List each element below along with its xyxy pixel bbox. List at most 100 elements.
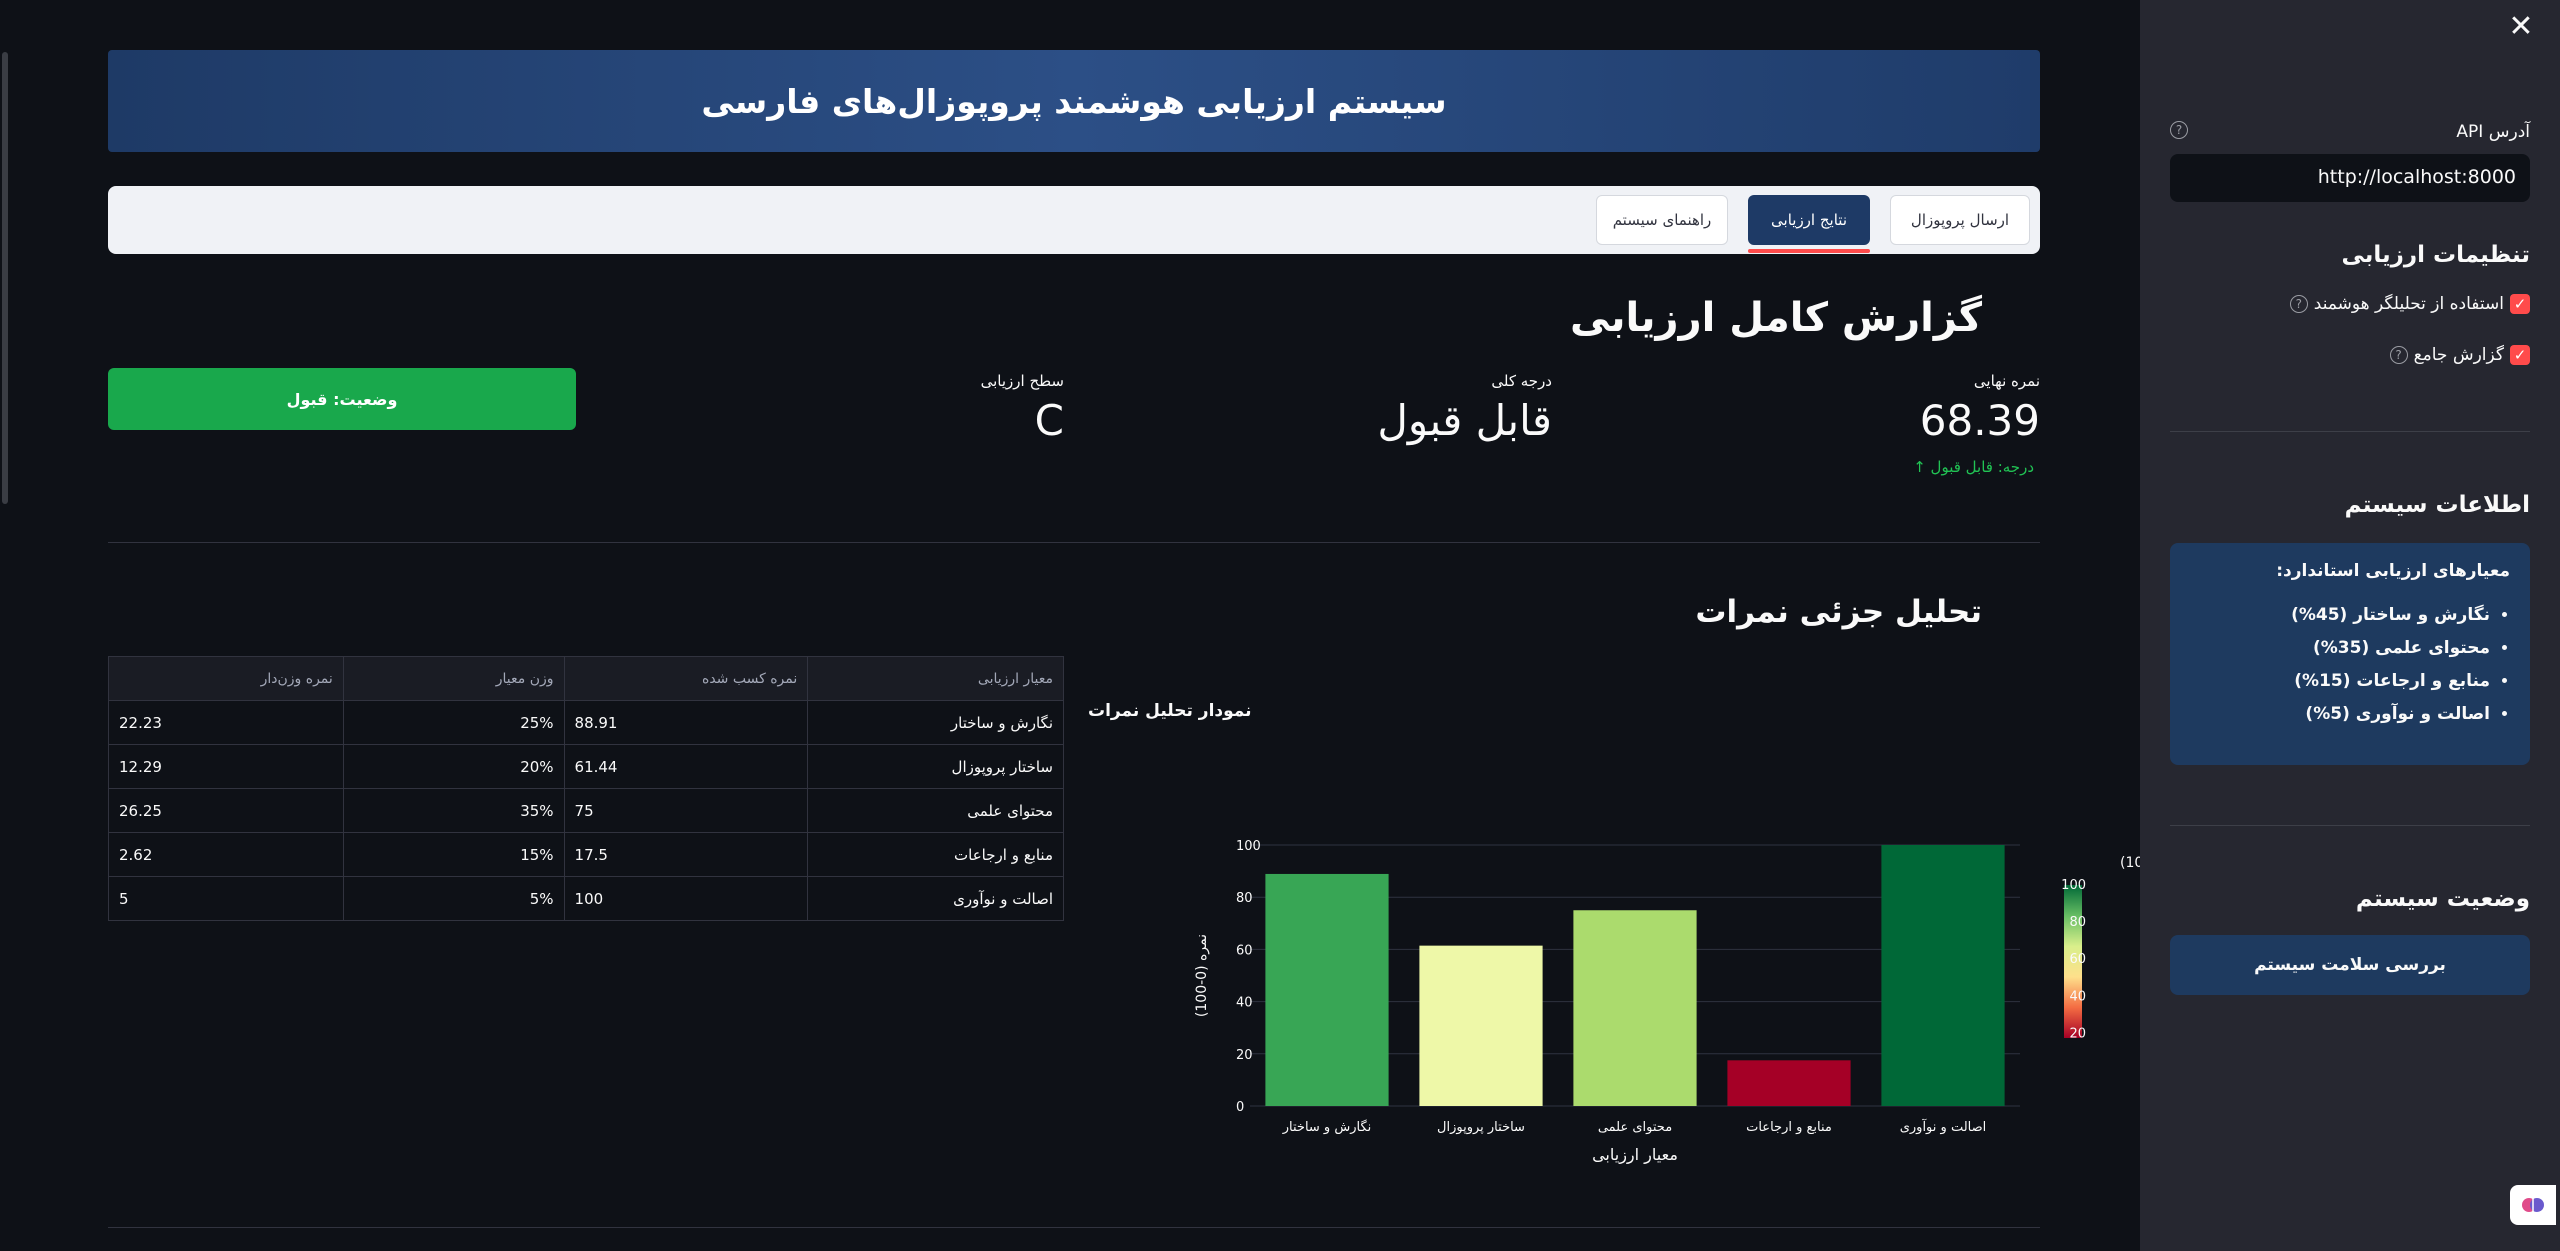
sidebar-divider <box>2170 825 2530 826</box>
checkbox-checked-icon[interactable]: ✓ <box>2510 345 2530 365</box>
y-tick-label: 60 <box>1236 943 1253 958</box>
list-item: منابع و ارجاعات (15%) <box>2190 671 2490 691</box>
help-icon[interactable]: ? <box>2289 295 2308 313</box>
table-cell: 20% <box>342 744 565 789</box>
metric-level: سطح ارزیابی C <box>981 372 1064 445</box>
table-cell: ساختار پروپوزال <box>807 744 1064 789</box>
tab-submit-proposal[interactable]: ارسال پروپوزال <box>1890 195 2030 245</box>
help-icon[interactable]: ? <box>2389 346 2408 364</box>
table-cell: 22.23 <box>108 700 344 745</box>
colorbar-tick-label: 40 <box>2069 989 2086 1004</box>
colorbar-tick-label: 60 <box>2069 952 2086 967</box>
table-cell: 75 <box>563 788 809 833</box>
bar-2 <box>1419 945 1543 1106</box>
system-status-heading: وضعیت سیستم <box>2355 886 2530 912</box>
colorbar-tick-label: 20 <box>2069 1026 2086 1041</box>
table-cell: 12.29 <box>108 744 344 789</box>
tab-bar: ارسال پروپوزال نتایج ارزیابی راهنمای سیس… <box>108 186 2040 254</box>
x-axis-label: معیار ارزیابی <box>1592 1145 1678 1165</box>
table-header-weighted[interactable]: نمره وزن‌دار <box>108 656 344 701</box>
bar-3 <box>1573 910 1697 1106</box>
analysis-heading: تحلیل جزئی نمرات <box>1695 594 1982 630</box>
table-cell: 5 <box>108 876 344 921</box>
colorbar-tick-label: 100 <box>2061 878 2086 893</box>
divider <box>108 1227 2040 1228</box>
api-address-input[interactable]: http://localhost:8000 <box>2170 154 2530 202</box>
sidebar: ✕ آدرس API ? http://localhost:8000 تنظیم… <box>2140 0 2560 1251</box>
table-header-weight[interactable]: وزن معیار <box>342 656 565 701</box>
scores-table: معیار ارزیابی نمره کسب شده وزن معیار نمر… <box>108 656 1064 921</box>
main-scrollbar[interactable] <box>0 0 10 1251</box>
table-row: ساختار پروپوزال 61.44 20% 12.29 <box>108 744 1064 789</box>
full-report-checkbox-row[interactable]: ✓ گزارش جامع ? <box>2389 345 2530 365</box>
criteria-info-box: معیارهای ارزیابی استاندارد: نگارش و ساخت… <box>2170 543 2530 765</box>
arrow-up-icon: ↑ <box>1913 458 1926 476</box>
bar-1 <box>1265 873 1389 1106</box>
app-root: سیستم ارزیابی هوشمند پروپوزال‌های فارسی … <box>0 0 2560 1251</box>
y-tick-label: 20 <box>1236 1048 1253 1063</box>
table-cell: نگارش و ساختار <box>807 700 1064 745</box>
table-cell: 2.62 <box>108 832 344 877</box>
tab-evaluation-results[interactable]: نتایج ارزیابی <box>1748 195 1870 245</box>
y-axis-label: نمره (0-100) <box>1194 934 1210 1017</box>
table-cell: 5% <box>342 876 565 921</box>
metric-final-score-value: 68.39 <box>1919 396 2040 445</box>
settings-heading: تنظیمات ارزیابی <box>2341 242 2530 268</box>
table-header-row: معیار ارزیابی نمره کسب شده وزن معیار نمر… <box>108 656 1064 701</box>
checkbox-checked-icon[interactable]: ✓ <box>2510 294 2530 314</box>
list-item: نگارش و ساختار (45%) <box>2190 605 2490 625</box>
api-address-value: http://localhost:8000 <box>2317 166 2516 188</box>
sidebar-divider <box>2170 431 2530 432</box>
metric-delta: درجه: قابل قبول ↑ <box>1913 458 2034 476</box>
table-cell: 88.91 <box>563 700 809 745</box>
score-bar-chart: 0 20 40 60 80 100 نگارش و ساختار ساختار پروپوزا… <box>1194 839 2148 1165</box>
table-cell: 100 <box>563 876 809 921</box>
delta-text: درجه: قابل قبول <box>1930 458 2034 476</box>
smart-analyzer-label: استفاده از تحلیلگر هوشمند <box>2313 294 2504 314</box>
y-tick-label: 0 <box>1236 1100 1244 1115</box>
colorbar-tick-label: 80 <box>2069 915 2086 930</box>
criteria-title: معیارهای ارزیابی استاندارد: <box>2276 561 2510 581</box>
metric-grade-label: درجه کلی <box>1491 372 1552 390</box>
table-header-score[interactable]: نمره کسب شده <box>563 656 809 701</box>
brain-icon[interactable] <box>2510 1185 2556 1225</box>
table-cell: 61.44 <box>563 744 809 789</box>
table-cell: 17.5 <box>563 832 809 877</box>
bar-4 <box>1727 1060 1851 1106</box>
bar-5 <box>1881 845 2005 1106</box>
table-header-criterion[interactable]: معیار ارزیابی <box>807 656 1064 701</box>
tab-system-guide[interactable]: راهنمای سیستم <box>1596 195 1728 245</box>
help-icon[interactable]: ? <box>2170 121 2188 139</box>
table-cell: محتوای علمی <box>807 788 1064 833</box>
y-tick-label: 40 <box>1236 996 1253 1011</box>
table-row: منابع و ارجاعات 17.5 15% 2.62 <box>108 832 1064 877</box>
y-tick-label: 80 <box>1236 891 1253 906</box>
y-tick-label: 100 <box>1236 839 1261 854</box>
active-tab-indicator <box>1748 249 1870 253</box>
metric-final-score: نمره نهایی 68.39 <box>1920 372 2040 445</box>
header-banner: سیستم ارزیابی هوشمند پروپوزال‌های فارسی <box>108 50 2040 152</box>
report-heading: گزارش کامل ارزیابی <box>1570 295 1982 341</box>
api-label-row: آدرس API <box>2170 118 2530 146</box>
x-tick-label: محتوای علمی <box>1598 1120 1672 1135</box>
metric-level-value: C <box>1034 396 1064 445</box>
full-report-label: گزارش جامع <box>2413 345 2504 365</box>
table-row: نگارش و ساختار 88.91 25% 22.23 <box>108 700 1064 745</box>
table-cell: منابع و ارجاعات <box>807 832 1064 877</box>
table-cell: 15% <box>342 832 565 877</box>
system-info-heading: اطلاعات سیستم <box>2344 492 2530 518</box>
close-icon[interactable]: ✕ <box>2504 10 2538 44</box>
metric-final-score-label: نمره نهایی <box>1973 372 2040 390</box>
health-check-button[interactable]: بررسی سلامت سیستم <box>2170 935 2530 995</box>
smart-analyzer-checkbox-row[interactable]: ✓ استفاده از تحلیلگر هوشمند ? <box>2289 294 2530 314</box>
table-cell: 25% <box>342 700 565 745</box>
list-item: اصالت و نوآوری (5%) <box>2190 704 2490 724</box>
table-row: اصالت و نوآوری 100 5% 5 <box>108 876 1064 921</box>
scrollbar-thumb[interactable] <box>2 52 8 504</box>
table-row: محتوای علمی 75 35% 26.25 <box>108 788 1064 833</box>
x-tick-label: منابع و ارجاعات <box>1746 1120 1832 1135</box>
list-item: محتوای علمی (35%) <box>2190 638 2490 658</box>
table-cell: 26.25 <box>108 788 344 833</box>
criteria-list: نگارش و ساختار (45%) محتوای علمی (35%) م… <box>2190 605 2510 724</box>
metric-grade: درجه کلی قابل قبول <box>1377 372 1552 445</box>
